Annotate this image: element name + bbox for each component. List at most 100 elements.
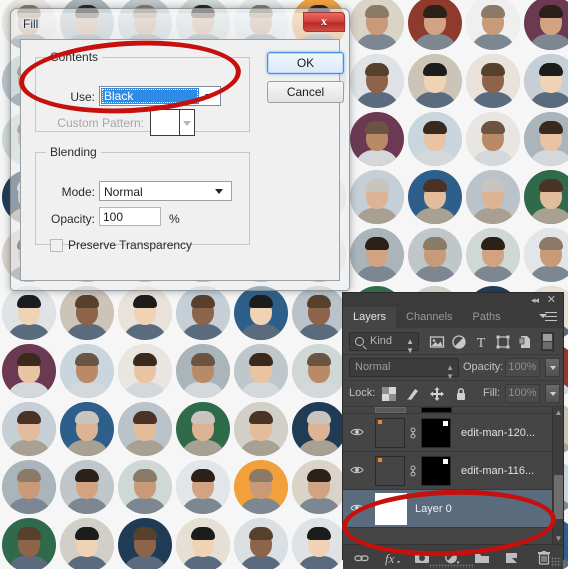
smart-object-filter-icon[interactable] [517, 334, 533, 350]
table-row[interactable]: Layer 0 [343, 490, 563, 528]
tab-paths[interactable]: Paths [463, 307, 511, 328]
avatar-thumbnail [350, 112, 404, 166]
layer-thumbnail[interactable] [375, 418, 405, 448]
opacity-dropdown-arrow[interactable] [545, 358, 560, 377]
panel-opacity-value[interactable]: 100% [505, 358, 540, 377]
layers-panel-toolbar: fx [343, 544, 563, 569]
panel-blend-mode-select[interactable]: Normal ▲ ▼ [349, 358, 459, 381]
shape-layer-filter-icon[interactable] [495, 334, 511, 350]
avatar-thumbnail [292, 518, 346, 569]
layer-thumbnail[interactable] [375, 456, 405, 486]
blend-mode-dropdown[interactable]: Normal [99, 181, 232, 201]
layer-mask-thumbnail[interactable] [421, 418, 451, 448]
stepper-icon[interactable]: ▲ ▼ [446, 363, 454, 381]
adjustment-layer-filter-icon[interactable] [451, 334, 467, 350]
chevron-down-icon[interactable] [200, 87, 218, 105]
layer-visibility-eye-icon[interactable] [350, 465, 364, 475]
lock-image-pixels-icon[interactable] [405, 386, 421, 402]
panel-fill-value[interactable]: 100% [505, 384, 540, 403]
panel-drag-grip[interactable] [429, 564, 473, 568]
layer-list-scrollbar[interactable]: ▲ ▼ [552, 407, 563, 544]
custom-pattern-label: Custom Pattern: [57, 116, 144, 130]
preserve-transparency-label: Preserve Transparency [68, 238, 193, 252]
avatar-thumbnail [524, 170, 568, 224]
layer-visibility-eye-icon[interactable] [350, 427, 364, 437]
layer-name: edit-man-116... [461, 465, 535, 477]
type-layer-filter-icon[interactable]: T [473, 334, 489, 351]
dialog-title: Fill [23, 17, 39, 31]
lock-position-icon[interactable] [429, 386, 445, 402]
layer-mask-thumbnail[interactable] [421, 456, 451, 486]
add-layer-style-icon[interactable]: fx [383, 550, 401, 566]
tab-layers[interactable]: Layers [343, 307, 397, 328]
preserve-transparency-checkbox-row[interactable]: Preserve Transparency [50, 238, 192, 252]
avatar-thumbnail [176, 518, 230, 569]
panel-blend-mode-value: Normal [355, 361, 391, 373]
new-layer-icon[interactable] [503, 550, 521, 566]
layers-panel: ◂◂ ✕ Layers Channels Paths Kind ▲ ▼ T No… [342, 292, 564, 569]
close-window-button[interactable]: x [303, 12, 345, 32]
avatar-thumbnail [176, 402, 230, 456]
panel-resize-grip[interactable] [551, 557, 561, 567]
avatar-thumbnail [176, 460, 230, 514]
panel-title-bar[interactable]: ◂◂ ✕ [343, 293, 563, 307]
new-group-icon[interactable] [473, 550, 491, 566]
lock-all-icon[interactable] [453, 386, 469, 402]
mask-link-icon[interactable] [409, 465, 417, 477]
avatar-thumbnail [234, 460, 288, 514]
avatar-thumbnail [466, 0, 520, 50]
panel-tab-strip: Layers Channels Paths [343, 307, 563, 328]
table-row[interactable]: edit-man-116... [343, 452, 563, 490]
close-panel-icon[interactable]: ✕ [547, 293, 556, 306]
tab-channels[interactable]: Channels [396, 307, 462, 328]
fill-dialog: Fill x Contents Use: Black Custom Patter… [10, 8, 350, 291]
scroll-up-icon[interactable]: ▲ [554, 408, 563, 417]
avatar-thumbnail [466, 54, 520, 108]
mask-link-icon[interactable] [409, 427, 417, 439]
search-icon [355, 337, 364, 346]
collapse-panel-icon[interactable]: ◂◂ [531, 295, 539, 306]
avatar-thumbnail [176, 344, 230, 398]
scroll-down-icon[interactable]: ▼ [554, 534, 563, 543]
link-layers-icon[interactable] [353, 550, 371, 566]
layer-filter-row: Kind ▲ ▼ T [343, 328, 563, 355]
ok-button[interactable]: OK [267, 52, 344, 74]
use-selected-value: Black [101, 88, 199, 104]
avatar-thumbnail [524, 112, 568, 166]
opacity-input[interactable] [99, 207, 161, 226]
avatar-thumbnail [60, 344, 114, 398]
fill-dropdown-arrow[interactable] [545, 384, 560, 403]
avatar-thumbnail [118, 460, 172, 514]
avatar-thumbnail [118, 518, 172, 569]
avatar-thumbnail [466, 170, 520, 224]
avatar-thumbnail [234, 518, 288, 569]
avatar-thumbnail [118, 402, 172, 456]
layer-thumbnail[interactable] [375, 493, 407, 525]
stepper-icon[interactable]: ▲ ▼ [406, 337, 414, 355]
cancel-button[interactable]: Cancel [267, 81, 344, 103]
table-row[interactable]: edit-man-120... [343, 414, 563, 452]
layer-name: Layer 0 [415, 503, 452, 515]
avatar-thumbnail [524, 228, 568, 282]
blending-group: Blending Mode: Normal Opacity: % Preserv… [35, 145, 250, 252]
dialog-title-bar[interactable]: Fill x [15, 12, 345, 39]
chevron-down-icon[interactable] [210, 182, 228, 200]
avatar-thumbnail [60, 402, 114, 456]
use-dropdown[interactable]: Black [99, 86, 221, 106]
layer-list[interactable]: edit-man-120... edit-man-116... Layer 0 [343, 407, 563, 544]
avatar-thumbnail [292, 402, 346, 456]
lock-transparent-pixels-icon[interactable] [381, 386, 397, 402]
blending-group-label: Blending [50, 145, 97, 159]
scrollbar-thumb[interactable] [554, 475, 563, 519]
panel-menu-icon[interactable] [539, 310, 557, 323]
lock-label: Lock: [349, 387, 376, 399]
checkbox-icon[interactable] [50, 238, 63, 252]
panel-opacity-label: Opacity: [463, 361, 504, 373]
contents-group: Contents Use: Black Custom Pattern: [35, 50, 250, 136]
filter-toggle-switch-icon[interactable] [541, 332, 554, 351]
pixel-layer-filter-icon[interactable] [429, 334, 445, 350]
blend-mode-selected-value: Normal [104, 185, 143, 199]
layer-visibility-eye-icon[interactable] [350, 503, 364, 513]
panel-fill-label: Fill: [483, 387, 501, 399]
filter-kind-select[interactable]: Kind ▲ ▼ [349, 332, 419, 355]
